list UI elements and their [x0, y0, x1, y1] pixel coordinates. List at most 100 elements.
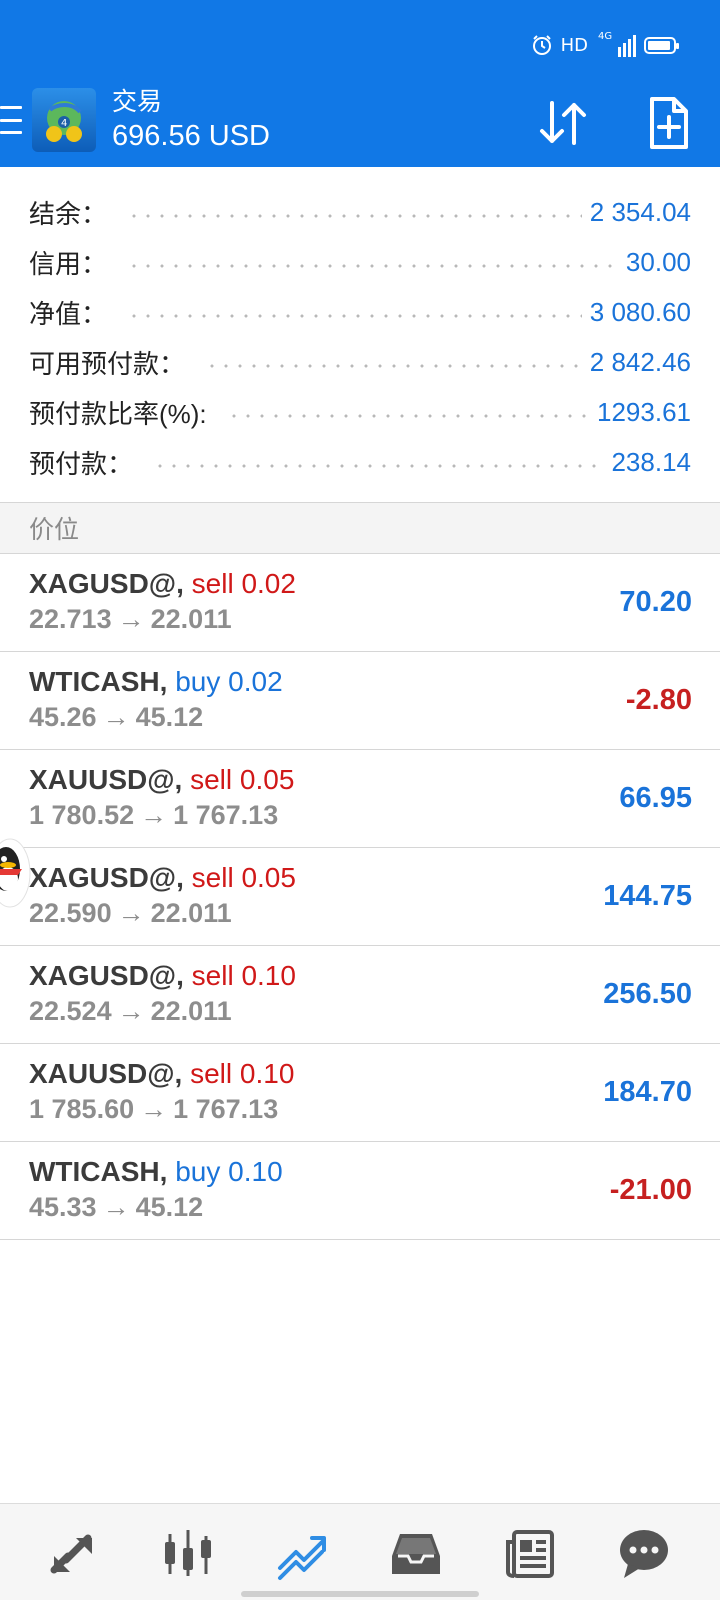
- summary-value: 3 080.60: [589, 296, 691, 327]
- position-symbol: WTICASH,: [29, 666, 168, 697]
- current-price: 22.011: [150, 996, 232, 1026]
- news-icon: [506, 1530, 554, 1578]
- open-price: 22.590: [29, 898, 112, 928]
- dot-leader: [205, 364, 582, 368]
- nav-chat[interactable]: [614, 1526, 674, 1582]
- summary-row-margin: 预付款： 238.14: [0, 437, 720, 487]
- arrow-icon: →: [140, 800, 168, 830]
- position-side: sell 0.05: [191, 862, 296, 893]
- summary-row-free-margin: 可用预付款： 2 842.46: [0, 337, 720, 387]
- summary-value: 1293.61: [597, 396, 691, 427]
- current-price: 1 767.13: [173, 800, 279, 830]
- open-price: 1 780.52: [29, 800, 135, 830]
- current-price: 45.12: [135, 1192, 204, 1222]
- account-balance: 696.56 USD: [112, 120, 270, 152]
- sort-button[interactable]: [534, 93, 594, 153]
- position-side: sell 0.02: [191, 568, 296, 599]
- positions-section-header: 价位: [0, 502, 720, 554]
- position-profit: -2.80: [625, 684, 692, 716]
- summary-row-balance: 结余： 2 354.04: [0, 187, 720, 237]
- position-row[interactable]: XAGUSD@, sell 0.05 22.590 → 22.011 144.75: [0, 848, 720, 946]
- chart-icon: [165, 1530, 211, 1576]
- qq-floating-icon[interactable]: [0, 835, 34, 911]
- current-price: 22.011: [150, 898, 232, 928]
- hd-indicator: HD: [560, 34, 588, 56]
- summary-label: 信用：: [29, 248, 108, 279]
- position-profit: 184.70: [603, 1076, 692, 1108]
- nav-news[interactable]: [500, 1526, 560, 1582]
- summary-label: 预付款比率(%):: [29, 398, 207, 429]
- alarm-icon: [532, 35, 551, 55]
- position-side: sell 0.10: [191, 960, 296, 991]
- position-symbol: XAUUSD@,: [29, 1058, 183, 1089]
- summary-label: 结余：: [29, 198, 108, 229]
- summary-value: 30.00: [625, 246, 691, 277]
- bottom-navigation: [0, 1503, 720, 1600]
- position-side: sell 0.10: [190, 1058, 295, 1089]
- arrow-icon: →: [140, 1094, 168, 1124]
- trade-icon: [278, 1536, 326, 1580]
- sort-icon: [540, 101, 586, 145]
- position-side: buy 0.10: [175, 1156, 283, 1187]
- summary-row-credit: 信用： 30.00: [0, 237, 720, 287]
- current-price: 22.011: [150, 604, 232, 634]
- position-side: buy 0.02: [175, 666, 283, 697]
- network-type: 4G: [598, 31, 613, 42]
- dot-leader: [153, 464, 604, 468]
- dot-leader: [127, 264, 618, 268]
- summary-row-equity: 净值： 3 080.60: [0, 287, 720, 337]
- open-price: 45.33: [29, 1192, 97, 1222]
- new-order-icon: [650, 97, 688, 149]
- dot-leader: [127, 214, 582, 218]
- svg-text:4: 4: [61, 118, 67, 129]
- position-symbol: XAGUSD@,: [29, 862, 184, 893]
- arrow-icon: →: [117, 996, 145, 1026]
- nav-history[interactable]: [386, 1526, 446, 1582]
- gesture-handle: [241, 1591, 479, 1597]
- current-price: 45.12: [135, 702, 204, 732]
- position-row[interactable]: XAGUSD@, sell 0.10 22.524 → 22.011 256.50: [0, 946, 720, 1044]
- summary-label: 预付款：: [29, 448, 134, 479]
- section-title: 价位: [29, 516, 80, 544]
- quotes-icon: [50, 1534, 92, 1574]
- position-row[interactable]: WTICASH, buy 0.10 45.33 → 45.12 -21.00: [0, 1142, 720, 1240]
- dot-leader: [226, 414, 590, 418]
- arrow-icon: →: [102, 1192, 130, 1222]
- position-profit: 70.20: [619, 586, 692, 618]
- open-price: 1 785.60: [29, 1094, 135, 1124]
- position-symbol: WTICASH,: [29, 1156, 168, 1187]
- position-profit: -21.00: [609, 1174, 692, 1206]
- positions-list: XAGUSD@, sell 0.02 22.713 → 22.011 70.20 W…: [0, 554, 720, 1240]
- position-row[interactable]: XAUUSD@, sell 0.10 1 785.60 → 1 767.13 184…: [0, 1044, 720, 1142]
- open-price: 45.26: [29, 702, 97, 732]
- position-profit: 144.75: [603, 880, 692, 912]
- arrow-icon: →: [102, 702, 130, 732]
- menu-icon[interactable]: [0, 106, 22, 134]
- nav-trade[interactable]: [272, 1526, 332, 1582]
- battery-icon: [644, 36, 679, 54]
- nav-chart[interactable]: [158, 1526, 218, 1582]
- summary-row-margin-level: 预付款比率(%): 1293.61: [0, 387, 720, 437]
- nav-quotes[interactable]: [44, 1526, 104, 1582]
- account-summary: 结余： 2 354.04 信用： 30.00 净值： 3 080.60 可用预付…: [0, 187, 720, 487]
- summary-label: 净值：: [29, 298, 108, 329]
- history-icon: [392, 1534, 440, 1574]
- position-row[interactable]: WTICASH, buy 0.02 45.26 → 45.12 -2.80: [0, 652, 720, 750]
- signal-icon: 4G: [596, 31, 636, 59]
- open-price: 22.713: [29, 604, 112, 634]
- position-profit: 256.50: [603, 978, 692, 1010]
- app-bar: HD 4G 4 交易 696.56 USD: [0, 0, 720, 167]
- open-price: 22.524: [29, 996, 112, 1026]
- position-row[interactable]: XAUUSD@, sell 0.05 1 780.52 → 1 767.13 66.…: [0, 750, 720, 848]
- arrow-icon: →: [117, 604, 145, 634]
- page-title: 交易: [112, 88, 163, 116]
- summary-value: 2 842.46: [589, 346, 691, 377]
- new-order-button[interactable]: [638, 93, 698, 153]
- dot-leader: [127, 314, 582, 318]
- metatrader-logo: 4: [32, 88, 96, 152]
- position-row[interactable]: XAGUSD@, sell 0.02 22.713 → 22.011 70.20: [0, 554, 720, 652]
- summary-label: 可用预付款：: [29, 348, 186, 379]
- position-symbol: XAGUSD@,: [29, 568, 184, 599]
- position-symbol: XAGUSD@,: [29, 960, 184, 991]
- position-profit: 66.95: [619, 782, 692, 814]
